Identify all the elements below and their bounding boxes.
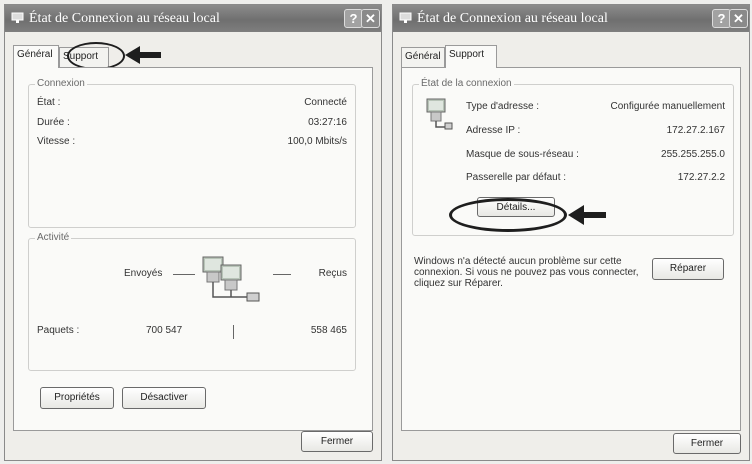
packets-divider	[233, 325, 234, 339]
repair-button[interactable]: Réparer	[652, 258, 724, 280]
support-panel: État de la connexion Type d'adresse : Co…	[401, 67, 741, 431]
ip-address-value: 172.27.2.167	[666, 125, 725, 136]
window-title: État de Connexion au réseau local	[417, 11, 608, 26]
connexion-group: Connexion État : Connecté Durée : 03:27:…	[28, 78, 356, 228]
close-window-button[interactable]: ✕	[729, 9, 748, 28]
status-value: Connecté	[304, 97, 347, 108]
left-dialog: État de Connexion au réseau local ? ✕ Gé…	[4, 4, 382, 461]
disable-button[interactable]: Désactiver	[122, 387, 206, 409]
general-panel: Connexion État : Connecté Durée : 03:27:…	[13, 67, 373, 431]
sent-line	[173, 274, 195, 275]
connection-status-legend: État de la connexion	[419, 78, 514, 89]
activity-group: Activité Envoyés Reçus Paquets : 700 547…	[28, 232, 356, 371]
network-computers-icon	[202, 256, 260, 302]
duration-label: Durée :	[37, 117, 70, 128]
network-connection-icon	[426, 98, 453, 130]
speed-label: Vitesse :	[37, 136, 76, 147]
gateway-value: 172.27.2.2	[677, 172, 725, 183]
window-title: État de Connexion au réseau local	[29, 11, 220, 26]
ip-address-label: Adresse IP :	[466, 125, 521, 136]
duration-value: 03:27:16	[308, 117, 347, 128]
received-label: Reçus	[318, 268, 347, 279]
highlight-circle	[449, 198, 567, 232]
right-dialog: État de Connexion au réseau local ? ✕ Gé…	[392, 4, 750, 461]
arrow-annotation-icon	[125, 46, 161, 64]
subnet-mask-value: 255.255.255.0	[661, 149, 725, 160]
tab-general[interactable]: Général	[401, 47, 445, 67]
address-type-value: Configurée manuellement	[610, 101, 725, 112]
status-label: État :	[37, 97, 61, 108]
close-button[interactable]: Fermer	[301, 431, 373, 452]
packets-received-value: 558 465	[310, 325, 347, 336]
packets-label: Paquets :	[37, 325, 80, 336]
diagnostic-message: Windows n'a détecté aucun problème sur c…	[414, 256, 639, 289]
tab-support[interactable]: Support	[445, 45, 497, 68]
network-app-icon	[399, 12, 412, 23]
packets-sent-value: 700 547	[146, 325, 183, 336]
received-line	[273, 274, 291, 275]
speed-value: 100,0 Mbits/s	[287, 136, 347, 147]
activity-legend: Activité	[35, 232, 72, 243]
tab-general[interactable]: Général	[13, 45, 59, 68]
highlight-circle	[67, 42, 125, 70]
network-app-icon	[11, 12, 24, 23]
close-window-button[interactable]: ✕	[361, 9, 380, 28]
connexion-legend: Connexion	[35, 78, 87, 89]
properties-button[interactable]: Propriétés	[40, 387, 114, 409]
gateway-label: Passerelle par défaut :	[466, 172, 567, 183]
close-button[interactable]: Fermer	[673, 433, 741, 454]
title-bar: État de Connexion au réseau local ? ✕	[5, 5, 381, 32]
subnet-mask-label: Masque de sous-réseau :	[466, 149, 579, 160]
address-type-label: Type d'adresse :	[466, 101, 540, 112]
title-bar: État de Connexion au réseau local ? ✕	[393, 5, 749, 32]
arrow-annotation-icon	[568, 205, 606, 225]
sent-label: Envoyés	[124, 268, 163, 279]
